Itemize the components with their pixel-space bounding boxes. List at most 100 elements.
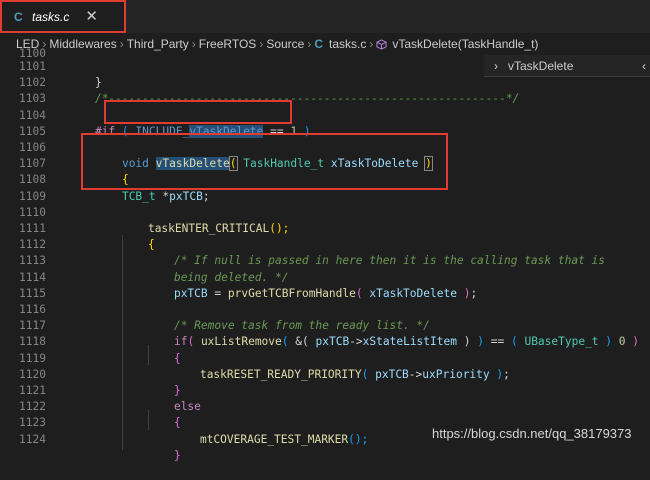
code-line-1108: TCB_t *pxTCB; [95, 172, 210, 203]
member: uxPriority [422, 367, 490, 381]
line-number: 1101 [19, 60, 46, 73]
type-name: UBaseType_t [524, 335, 599, 349]
arrow-operator: -> [349, 335, 363, 349]
breadcrumb-item-third-party[interactable]: Third_Party [127, 37, 189, 51]
paren: ( [281, 335, 289, 349]
breadcrumb-item-source[interactable]: Source [266, 37, 304, 51]
parens: (); [348, 432, 369, 446]
line-number: 1108 [19, 173, 46, 187]
code-line-1102: /*--------------------------------------… [68, 75, 519, 105]
paren: ) [605, 335, 613, 349]
line-number: 1116 [19, 303, 46, 316]
line-number: 1115 [19, 286, 46, 300]
parens: (); [269, 222, 290, 235]
arrow-operator: -> [408, 367, 423, 381]
chevron-right-icon: › [259, 37, 264, 51]
editor-tab-bar: C tasks.c ✕ [0, 0, 650, 33]
code-line-1116: /* Remove task from the ready list. */ [147, 302, 430, 332]
separator-comment: /*--------------------------------------… [94, 92, 520, 106]
c-file-icon: C [14, 9, 23, 24]
breadcrumb-item-middlewares[interactable]: Middlewares [49, 37, 116, 51]
code-line-1113: being deleted. */ [147, 253, 289, 284]
function-call: uxListRemove [200, 335, 282, 349]
panel-edge-icon: ‹ [642, 58, 646, 73]
paren: ) [632, 335, 640, 349]
type-name: TaskHandle_t [243, 157, 325, 171]
line-number: 1121 [19, 384, 46, 397]
tab-tasks-c[interactable]: C tasks.c ✕ [0, 0, 126, 33]
code-editor[interactable]: 1100 1101 1102 1103 1104 1105 1106 1107 … [0, 47, 650, 462]
paren: ( [361, 367, 369, 381]
variable: pxTCB [315, 335, 350, 349]
paren: ) [463, 335, 471, 349]
function-call: taskRESET_READY_PRIORITY [199, 367, 362, 381]
operator: == [270, 124, 284, 138]
code-line-1122: { [147, 399, 181, 429]
line-number: 1104 [19, 108, 46, 122]
line-number: 1120 [19, 367, 46, 381]
code-line-1124: } [147, 432, 181, 462]
semicolon: ; [503, 367, 510, 381]
chevron-right-icon: › [307, 37, 312, 51]
symbol-method-icon [376, 38, 387, 50]
close-icon[interactable]: ✕ [85, 9, 98, 24]
line-number: 1114 [19, 270, 46, 284]
chevron-right-icon[interactable]: › [494, 59, 508, 73]
function-call: prvGetTCBFromHandle [227, 286, 356, 300]
operator: = [214, 286, 222, 300]
paren: ) [477, 335, 484, 349]
outline-symbol-label[interactable]: vTaskDelete [508, 59, 573, 73]
line-number: 1111 [19, 222, 46, 235]
paren: ) [424, 156, 433, 172]
c-file-icon: C [314, 37, 324, 51]
variable: pxTCB [169, 189, 203, 203]
variable: pxTCB [173, 286, 208, 300]
number-literal: 0 [618, 335, 626, 349]
code-line-1106: void vTaskDelete( TaskHandle_t xTaskToDe… [95, 140, 433, 172]
semicolon: ; [470, 286, 478, 300]
line-number: 1107 [19, 157, 46, 171]
macro-prefix: INCLUDE_ [135, 124, 190, 138]
code-line-1107: { [95, 156, 129, 186]
operator: == [490, 335, 505, 349]
code-line-1111: { [121, 221, 155, 251]
line-number: 1119 [19, 351, 46, 365]
code-line-1117: if( uxListRemove( &( pxTCB->xStateListIt… [147, 318, 639, 348]
code-line-1112: /* If null is passed in here then it is … [147, 237, 605, 267]
number-literal: 1 [290, 124, 298, 138]
preprocessor-directive: #if [94, 124, 116, 138]
watermark: https://blog.csdn.net/qq_38179373 [432, 426, 632, 441]
semicolon: ; [202, 189, 210, 203]
line-number: 1109 [19, 189, 46, 203]
outline-symbol-panel[interactable]: › vTaskDelete ‹ [484, 55, 650, 77]
paren: ( [228, 156, 238, 172]
line-number: 1103 [19, 92, 46, 106]
chevron-right-icon: › [119, 37, 124, 51]
line-number: 1106 [19, 141, 46, 154]
variable: pxTCB [375, 367, 409, 381]
line-number: 1117 [19, 319, 46, 333]
code-line-1118: { [147, 334, 181, 365]
type-name: TCB_t [121, 189, 156, 203]
breadcrumb-item-file[interactable]: tasks.c [329, 37, 366, 51]
code-line-1123: mtCOVERAGE_TEST_MARKER(); [173, 415, 368, 446]
paren: ( [121, 124, 129, 138]
line-number: 1124 [19, 432, 46, 446]
code-line-1114: pxTCB = prvGetTCBFromHandle( xTaskToDele… [147, 270, 477, 300]
paren: ( [187, 335, 195, 349]
code-line-1121: else [147, 383, 201, 413]
line-number: 1118 [19, 335, 46, 349]
line-number: 1102 [19, 76, 46, 90]
line-number: 1113 [19, 254, 46, 268]
code-line-1119: taskRESET_READY_PRIORITY( pxTCB->uxPrior… [173, 351, 510, 381]
paren: ) [303, 124, 311, 138]
function-call: taskENTER_CRITICAL [147, 222, 270, 235]
function-name: vTaskDelete [155, 157, 230, 171]
paren: ( [510, 335, 518, 349]
brace: } [173, 448, 181, 462]
breadcrumb-item-freertos[interactable]: FreeRTOS [199, 37, 257, 51]
line-number: 1110 [19, 205, 46, 219]
line-number: 1122 [19, 400, 46, 414]
breadcrumb-item-symbol[interactable]: vTaskDelete(TaskHandle_t) [392, 37, 538, 51]
parameter: xTaskToDelete [330, 157, 419, 171]
